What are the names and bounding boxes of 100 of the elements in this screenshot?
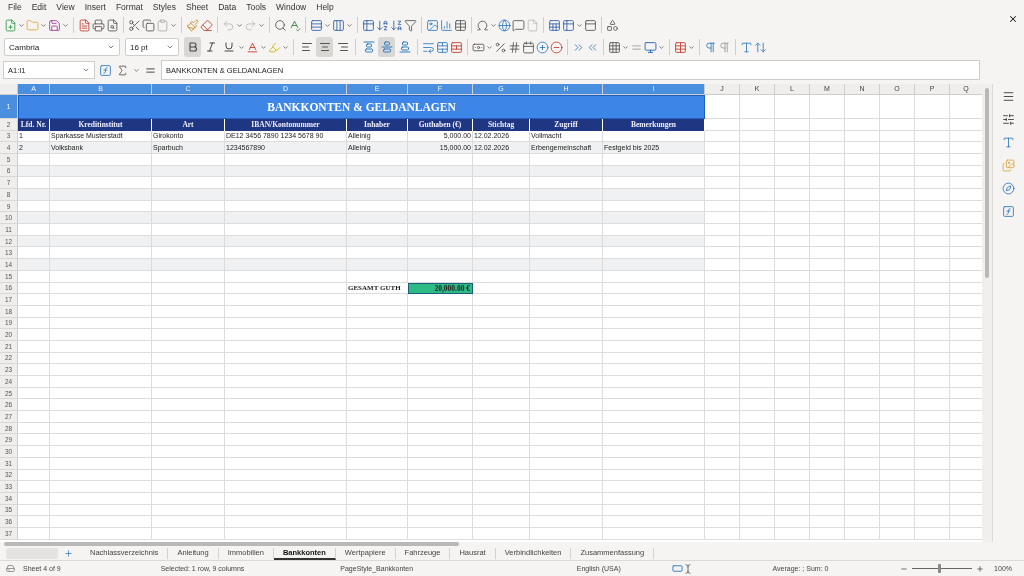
menu-item[interactable]: Format <box>110 2 148 13</box>
menu-item[interactable]: Data <box>213 2 242 13</box>
rectangle-icon <box>671 563 683 575</box>
menu-item[interactable]: Insert <box>79 2 111 13</box>
zoom-in-icon[interactable] <box>976 564 985 573</box>
columns-icon[interactable] <box>332 18 345 32</box>
wrap-text-icon[interactable] <box>422 40 435 54</box>
align-middle-icon[interactable] <box>380 41 393 54</box>
eraser-icon[interactable] <box>200 18 213 32</box>
bold-icon[interactable] <box>186 41 199 54</box>
file-plus-icon[interactable] <box>4 18 17 32</box>
print-icon[interactable] <box>92 18 105 32</box>
save-status-icon <box>6 564 15 574</box>
sort-ascending-icon[interactable] <box>376 18 389 32</box>
italic-icon[interactable] <box>204 41 217 54</box>
menu-item[interactable]: Sheet <box>181 2 214 13</box>
table-icon[interactable] <box>562 18 575 32</box>
font-color-icon[interactable] <box>246 40 259 54</box>
sigma-icon[interactable] <box>116 63 129 77</box>
menu-item[interactable]: Window <box>271 2 312 13</box>
align-center-icon[interactable] <box>318 41 331 54</box>
caret-icon[interactable] <box>688 43 695 51</box>
caret-icon[interactable] <box>62 21 69 29</box>
function-icon[interactable] <box>1002 204 1015 218</box>
caret-icon[interactable] <box>346 21 353 29</box>
zoom-thumb[interactable] <box>937 564 941 574</box>
bold-button[interactable] <box>184 37 201 58</box>
caret-icon[interactable] <box>282 43 289 51</box>
rows-icon[interactable] <box>310 18 323 32</box>
align-center-button[interactable] <box>316 37 333 58</box>
vertical-text-icon[interactable] <box>754 40 767 54</box>
search-icon[interactable] <box>274 18 287 32</box>
merge-cells-icon[interactable] <box>436 40 449 54</box>
hash-icon[interactable] <box>508 40 521 54</box>
function-icon[interactable] <box>99 63 112 77</box>
shapes-icon[interactable] <box>606 18 619 32</box>
caret-icon[interactable] <box>576 21 583 29</box>
add-sheet-icon[interactable] <box>64 549 73 559</box>
pivot-table-icon[interactable] <box>454 18 467 32</box>
properties-icon[interactable] <box>1002 112 1015 126</box>
sort-descending-icon[interactable] <box>390 18 403 32</box>
cut-icon[interactable] <box>128 18 141 32</box>
caret-icon[interactable] <box>133 66 140 74</box>
align-middle-button[interactable] <box>378 37 395 58</box>
copy-icon[interactable] <box>142 18 155 32</box>
borders-icon[interactable] <box>608 40 621 54</box>
caret-icon[interactable] <box>490 21 497 29</box>
globe-icon[interactable] <box>498 18 511 32</box>
font-size-field[interactable]: 16 pt <box>125 38 179 57</box>
align-bottom-icon[interactable] <box>398 41 411 54</box>
align-left-icon[interactable] <box>300 41 313 54</box>
table-icon[interactable] <box>362 18 375 32</box>
circle-minus-icon[interactable] <box>550 40 563 54</box>
caret-icon[interactable] <box>658 43 665 51</box>
align-right-icon[interactable] <box>336 41 349 54</box>
navigator-icon[interactable] <box>1002 181 1015 195</box>
menu-item[interactable]: File <box>3 2 27 13</box>
caret-icon[interactable] <box>622 43 629 51</box>
monitor-icon[interactable] <box>644 40 657 54</box>
gallery-icon[interactable] <box>1002 158 1015 172</box>
styles-icon[interactable] <box>1002 135 1015 149</box>
caret-icon[interactable] <box>260 43 267 51</box>
image-icon[interactable] <box>426 18 439 32</box>
text-icon[interactable] <box>740 40 753 54</box>
font-name-field[interactable]: Cambria <box>4 38 120 57</box>
panel-icon[interactable] <box>584 18 597 32</box>
menu-item[interactable]: View <box>51 2 80 13</box>
caret-icon[interactable] <box>324 21 331 29</box>
paintbrush-icon[interactable] <box>186 18 199 32</box>
menu-icon[interactable] <box>1002 89 1015 103</box>
circle-plus-icon[interactable] <box>536 40 549 54</box>
menu-item[interactable]: Edit <box>26 2 52 13</box>
underline-icon[interactable] <box>222 41 235 54</box>
caret-icon[interactable] <box>236 21 243 29</box>
document-icon[interactable] <box>78 18 91 32</box>
menu-item[interactable]: Tools <box>241 2 271 13</box>
caret-icon[interactable] <box>486 43 493 51</box>
align-top-icon[interactable] <box>362 41 375 54</box>
omega-icon[interactable] <box>476 18 489 32</box>
comment-icon[interactable] <box>512 18 525 32</box>
caret-icon[interactable] <box>40 21 47 29</box>
caret-icon[interactable] <box>170 21 177 29</box>
caret-icon[interactable] <box>18 21 25 29</box>
conditional-format-icon[interactable] <box>674 40 687 54</box>
save-icon[interactable] <box>48 18 61 32</box>
filter-icon[interactable] <box>404 18 417 32</box>
pilcrow-icon[interactable] <box>718 40 731 54</box>
calendar-icon[interactable] <box>522 40 535 54</box>
spellcheck-icon[interactable] <box>288 18 301 32</box>
print-preview-icon[interactable] <box>106 18 119 32</box>
pilcrow-icon[interactable] <box>704 40 717 54</box>
caret-icon[interactable] <box>258 21 265 29</box>
menu-item[interactable]: Help <box>311 2 339 13</box>
percent-icon[interactable] <box>494 40 507 54</box>
close-icon[interactable] <box>1008 14 1018 24</box>
chart-icon[interactable] <box>440 18 453 32</box>
caret-icon[interactable] <box>238 43 245 51</box>
sheet-icon[interactable] <box>548 18 561 32</box>
menu-item[interactable]: Styles <box>147 2 181 13</box>
split-cells-icon[interactable] <box>450 40 463 54</box>
